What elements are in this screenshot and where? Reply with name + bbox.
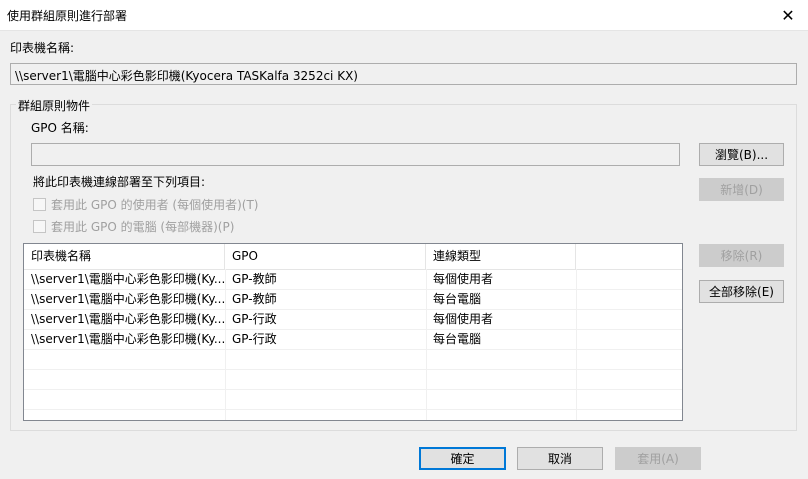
table-row[interactable]: \\server1\電腦中心彩色影印機(Ky... GP-教師 每台電腦	[24, 290, 682, 310]
cell-gpo: GP-行政	[232, 332, 277, 346]
title-bar: 使用群組原則進行部署 ✕	[0, 0, 808, 31]
column-header-printer[interactable]: 印表機名稱	[24, 244, 225, 269]
apply-users-checkbox-row[interactable]: 套用此 GPO 的使用者 (每個使用者)(T)	[33, 196, 258, 213]
deployment-list[interactable]: 印表機名稱 GPO 連線類型 \\server1\電腦中心彩色影印機(Ky...…	[23, 243, 683, 421]
table-row[interactable]: \\server1\電腦中心彩色影印機(Ky... GP-行政 每台電腦	[24, 330, 682, 350]
close-button[interactable]: ✕	[768, 0, 808, 30]
browse-button[interactable]: 瀏覽(B)...	[699, 143, 784, 166]
column-header-connection-type[interactable]: 連線類型	[426, 244, 576, 269]
apply-button[interactable]: 套用(A)	[615, 447, 701, 470]
empty-row	[24, 390, 682, 410]
remove-button[interactable]: 移除(R)	[699, 244, 784, 267]
apply-computers-label: 套用此 GPO 的電腦 (每部機器)(P)	[51, 220, 235, 234]
cell-printer: \\server1\電腦中心彩色影印機(Ky...	[31, 312, 225, 326]
empty-row	[24, 370, 682, 390]
apply-computers-checkbox[interactable]	[33, 220, 46, 233]
table-row[interactable]: \\server1\電腦中心彩色影印機(Ky... GP-行政 每個使用者	[24, 310, 682, 330]
ok-button[interactable]: 確定	[419, 447, 506, 470]
cell-printer: \\server1\電腦中心彩色影印機(Ky...	[31, 272, 225, 286]
list-header: 印表機名稱 GPO 連線類型	[24, 244, 682, 270]
window-title: 使用群組原則進行部署	[7, 9, 128, 23]
gpo-name-label: GPO 名稱:	[31, 121, 89, 135]
apply-users-checkbox[interactable]	[33, 198, 46, 211]
cell-gpo: GP-教師	[232, 272, 277, 286]
column-header-gpo[interactable]: GPO	[225, 244, 426, 269]
close-icon: ✕	[781, 5, 795, 25]
apply-computers-checkbox-row[interactable]: 套用此 GPO 的電腦 (每部機器)(P)	[33, 218, 234, 235]
table-row[interactable]: \\server1\電腦中心彩色影印機(Ky... GP-教師 每個使用者	[24, 270, 682, 290]
printer-name-label: 印表機名稱:	[10, 41, 75, 55]
gpo-group-legend: 群組原則物件	[16, 97, 93, 114]
cell-printer: \\server1\電腦中心彩色影印機(Ky...	[31, 332, 225, 346]
cell-connection-type: 每台電腦	[433, 332, 482, 346]
cell-gpo: GP-教師	[232, 292, 277, 306]
cancel-button[interactable]: 取消	[517, 447, 603, 470]
add-button[interactable]: 新增(D)	[699, 178, 784, 201]
cell-connection-type: 每個使用者	[433, 312, 494, 326]
cell-connection-type: 每台電腦	[433, 292, 482, 306]
deploy-to-label: 將此印表機連線部署至下列項目:	[33, 175, 206, 189]
printer-name-field[interactable]: \\server1\電腦中心彩色影印機(Kyocera TASKalfa 325…	[10, 63, 797, 85]
apply-users-label: 套用此 GPO 的使用者 (每個使用者)(T)	[51, 198, 259, 212]
empty-row	[24, 350, 682, 370]
gpo-name-input[interactable]	[31, 143, 680, 166]
cell-printer: \\server1\電腦中心彩色影印機(Ky...	[31, 292, 225, 306]
cell-connection-type: 每個使用者	[433, 272, 494, 286]
remove-all-button[interactable]: 全部移除(E)	[699, 280, 784, 303]
cell-gpo: GP-行政	[232, 312, 277, 326]
